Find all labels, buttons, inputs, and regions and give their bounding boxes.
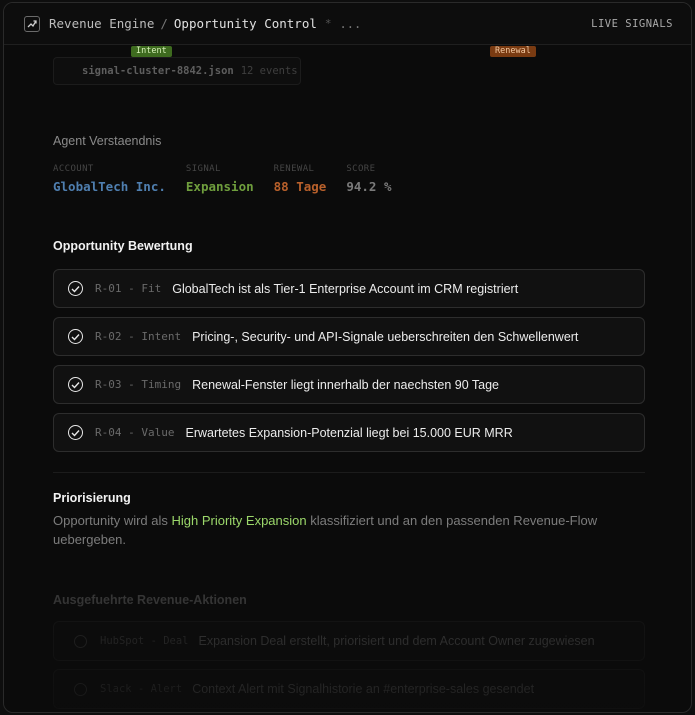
check-circle-icon: [68, 425, 83, 440]
tag-renewal: Renewal: [490, 46, 536, 57]
executed-actions-title: Ausgefuehrte Revenue-Aktionen: [53, 593, 247, 607]
opportunity-evaluation-title: Opportunity Bewertung: [53, 239, 193, 253]
rule-list: R-01 - Fit GlobalTech ist als Tier-1 Ent…: [53, 269, 645, 461]
breadcrumb-opportunity-control[interactable]: Opportunity Control: [174, 16, 317, 31]
priority-highlight: High Priority Expansion: [171, 513, 307, 528]
field-renewal-label: RENEWAL: [273, 164, 315, 174]
priority-text-before: Opportunity wird als: [53, 513, 172, 528]
action-item-slack[interactable]: Slack - Alert Context Alert mit Signalhi…: [53, 669, 645, 709]
action-text: Context Alert mit Signalhistorie an #ent…: [192, 682, 535, 696]
status-dot: *: [324, 17, 332, 30]
action-id: HubSpot - Deal: [100, 635, 189, 647]
hubspot-icon: [74, 634, 87, 648]
action-text: Expansion Deal erstellt, priorisiert und…: [198, 634, 595, 648]
rule-text: Erwartetes Expansion-Potenzial liegt bei…: [185, 425, 513, 440]
rule-item-fit[interactable]: R-01 - Fit GlobalTech ist als Tier-1 Ent…: [53, 269, 645, 308]
rule-id: R-01 - Fit: [95, 282, 162, 295]
priority-text: Opportunity wird als High Priority Expan…: [53, 511, 645, 549]
trending-up-icon[interactable]: [24, 15, 40, 32]
field-signal-value: Expansion: [185, 179, 254, 194]
check-circle-icon: [68, 377, 83, 392]
action-id: Slack - Alert: [100, 683, 183, 695]
check-circle-icon: [68, 329, 83, 344]
field-account: ACCOUNT GlobalTech Inc.: [53, 164, 166, 194]
slack-icon: [74, 682, 87, 696]
signal-file-chip[interactable]: signal-cluster-8842.json 12 events: [53, 57, 301, 85]
field-score-value: 94.2 %: [346, 179, 392, 194]
check-circle-icon: [68, 281, 83, 296]
field-renewal-value: 88 Tage: [273, 179, 327, 194]
top-bar: Revenue Engine / Opportunity Control * .…: [4, 3, 691, 45]
field-signal-label: SIGNAL: [185, 164, 221, 174]
rule-id: R-03 - Timing: [95, 378, 182, 391]
field-renewal: RENEWAL 88 Tage: [274, 164, 327, 194]
field-score-label: SCORE: [346, 164, 376, 174]
breadcrumb-revenue-engine[interactable]: Revenue Engine: [49, 16, 154, 31]
understanding-fields: ACCOUNT GlobalTech Inc. SIGNAL Expansion…: [53, 164, 411, 194]
more-icon[interactable]: ...: [340, 17, 362, 31]
field-account-value: GlobalTech Inc.: [53, 179, 166, 194]
field-signal: SIGNAL Expansion: [186, 164, 254, 194]
rule-text: Renewal-Fenster liegt innerhalb der naec…: [192, 377, 500, 392]
rule-id: R-04 - Value: [95, 426, 175, 439]
agent-understanding-title: Agent Verstaendnis: [53, 134, 162, 148]
rule-item-intent[interactable]: R-02 - Intent Pricing-, Security- und AP…: [53, 317, 645, 356]
field-account-label: ACCOUNT: [53, 164, 94, 174]
breadcrumb-separator: /: [160, 16, 168, 31]
field-score: SCORE 94.2 %: [346, 164, 391, 194]
live-signals-label: LIVE SIGNALS: [591, 17, 673, 30]
rule-item-timing[interactable]: R-03 - Timing Renewal-Fenster liegt inne…: [53, 365, 645, 404]
rule-id: R-02 - Intent: [95, 330, 182, 343]
rule-item-value[interactable]: R-04 - Value Erwartetes Expansion-Potenz…: [53, 413, 645, 452]
priority-title: Priorisierung: [53, 491, 131, 505]
file-event-count: 12 events: [240, 65, 298, 77]
rule-text: GlobalTech ist als Tier-1 Enterprise Acc…: [172, 281, 519, 296]
tag-intent: Intent: [131, 46, 172, 57]
rule-text: Pricing-, Security- und API-Signale uebe…: [192, 329, 579, 344]
file-name: signal-cluster-8842.json: [82, 65, 234, 77]
section-divider: [53, 472, 645, 473]
action-item-hubspot[interactable]: HubSpot - Deal Expansion Deal erstellt, …: [53, 621, 645, 661]
app-window: Revenue Engine / Opportunity Control * .…: [3, 2, 692, 713]
